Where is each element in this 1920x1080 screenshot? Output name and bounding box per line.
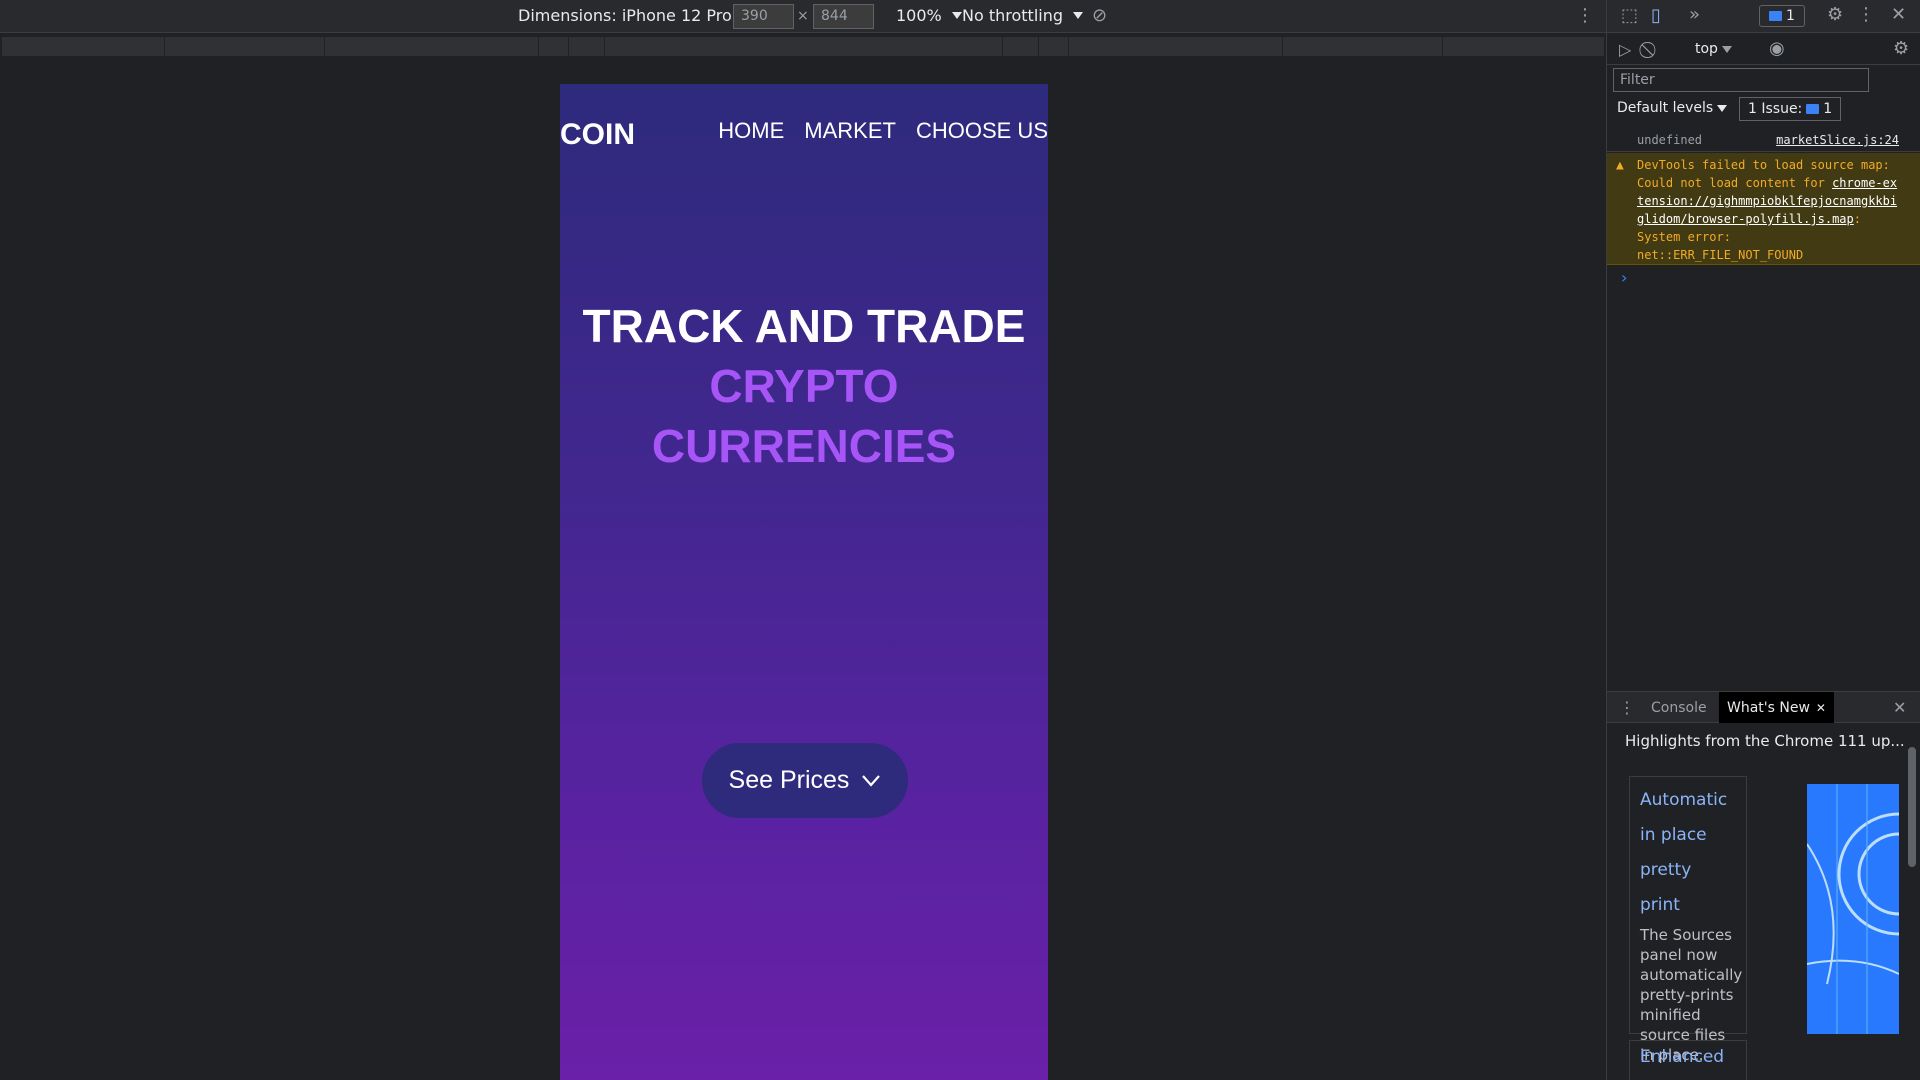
- feature-illustration: [1807, 784, 1899, 1034]
- rotate-icon[interactable]: ⊘: [1092, 7, 1107, 25]
- see-prices-button[interactable]: See Prices: [702, 743, 908, 818]
- tab-whats-new[interactable]: What's New ✕: [1719, 692, 1834, 723]
- hero-subtitle: CRYPTO CURRENCIES: [651, 360, 957, 472]
- log-value: undefined: [1637, 133, 1703, 147]
- throttling-select[interactable]: No throttling: [962, 6, 1084, 25]
- see-prices-label: See Prices: [728, 766, 850, 794]
- inspect-element-icon[interactable]: ⬚: [1621, 7, 1638, 25]
- nav-links: HOME MARKET CHOOSE US: [718, 118, 1048, 144]
- hero-title: TRACK AND TRADE: [582, 300, 1026, 352]
- drawer-menu-icon[interactable]: ⋮: [1619, 699, 1635, 717]
- device-toolbar: Dimensions: iPhone 12 Pro 390 × 844 100%…: [0, 0, 1606, 33]
- zoom-select[interactable]: 100%: [896, 6, 962, 25]
- dimensions-select[interactable]: Dimensions: iPhone 12 Pro: [518, 6, 752, 25]
- console-filter-input[interactable]: Filter: [1613, 68, 1869, 92]
- drawer-scrollbar[interactable]: [1905, 727, 1919, 1080]
- devtools-toolbar: ⬚ ▯ » 1 ⚙ ⋮ ✕: [1607, 0, 1920, 33]
- feature-illustration-graphic: [1807, 784, 1899, 1034]
- nav-choose-us[interactable]: CHOOSE US: [916, 118, 1048, 144]
- feature-card[interactable]: Automatic in place pretty print The Sour…: [1629, 776, 1747, 1064]
- close-tab-icon[interactable]: ✕: [1816, 701, 1826, 715]
- chevron-down-icon: [1717, 104, 1728, 112]
- device-viewport: Dimensions: iPhone 12 Pro 390 × 844 100%…: [0, 0, 1606, 1080]
- ruler-segment[interactable]: [1038, 37, 1039, 56]
- more-options-icon[interactable]: ⋮: [1576, 7, 1594, 25]
- drawer-tabbar: ⋮ Console What's New ✕ ✕: [1607, 691, 1920, 723]
- more-options-icon[interactable]: ⋮: [1857, 6, 1875, 24]
- console-settings-icon[interactable]: ⚙: [1893, 40, 1909, 58]
- scrollbar-thumb[interactable]: [1908, 747, 1916, 867]
- height-input[interactable]: 844: [813, 4, 874, 29]
- throttling-label: No throttling: [962, 6, 1064, 25]
- media-query-ruler[interactable]: [2, 37, 1604, 56]
- ruler-segment[interactable]: [568, 37, 569, 56]
- ruler-segment[interactable]: [1282, 37, 1283, 56]
- warning-icon: ▲: [1616, 158, 1624, 173]
- eye-icon[interactable]: ◉: [1769, 40, 1785, 58]
- console-toolbar: ▷ ⃠ top ◉ ⚙: [1607, 35, 1920, 65]
- tab-console[interactable]: Console: [1651, 692, 1707, 723]
- ruler-segment[interactable]: [538, 37, 539, 56]
- chevron-down-icon: [862, 774, 881, 787]
- settings-icon[interactable]: ⚙: [1827, 6, 1843, 24]
- devtools-panel: ⬚ ▯ » 1 ⚙ ⋮ ✕ ▷ ⃠ top ◉ ⚙ Filter Default…: [1606, 0, 1920, 1080]
- ruler-segment[interactable]: [164, 37, 165, 56]
- console-log-row: undefined marketSlice.js:24: [1607, 128, 1920, 152]
- times-sign: ×: [797, 8, 809, 24]
- sidebar-toggle-icon[interactable]: ▷: [1619, 41, 1631, 59]
- issue-count-button[interactable]: 1 Issue: 1: [1739, 97, 1842, 121]
- tab-whats-new-label: What's New: [1727, 699, 1810, 716]
- feature-title-line: in place: [1640, 825, 1707, 845]
- width-input[interactable]: 390: [733, 4, 794, 29]
- nav-market[interactable]: MARKET: [804, 118, 896, 144]
- log-levels-label: Default levels: [1617, 100, 1714, 116]
- ruler-segment[interactable]: [1442, 37, 1443, 56]
- whats-new-heading: Highlights from the Chrome 111 up...: [1625, 732, 1905, 750]
- issue-count-label: 1 Issue:: [1748, 101, 1803, 117]
- app-navbar: COIN HOME MARKET CHOOSE US: [560, 118, 1048, 158]
- ruler-segment[interactable]: [1068, 37, 1069, 56]
- console-warning-row: ▲ DevTools failed to load source map: Co…: [1607, 153, 1920, 265]
- logo[interactable]: COIN: [560, 118, 635, 152]
- message-icon: [1769, 11, 1783, 21]
- zoom-label: 100%: [896, 6, 942, 25]
- device-toggle-icon[interactable]: ▯: [1651, 7, 1661, 25]
- context-select[interactable]: top: [1695, 41, 1732, 57]
- dimensions-label: Dimensions: iPhone 12 Pro: [518, 6, 732, 25]
- issues-badge-count: 1: [1786, 8, 1795, 24]
- context-label: top: [1695, 41, 1718, 57]
- ruler-segment[interactable]: [604, 37, 605, 56]
- log-levels-select[interactable]: Default levels: [1617, 100, 1728, 116]
- ruler-segment[interactable]: [1002, 37, 1003, 56]
- log-source-link[interactable]: marketSlice.js:24: [1776, 133, 1899, 147]
- feature-title: Enhanced: [1640, 1047, 1725, 1067]
- feature-card[interactable]: Enhanced: [1629, 1040, 1747, 1080]
- feature-title-line: Automatic: [1640, 790, 1728, 810]
- chevron-down-icon: [951, 12, 962, 19]
- nav-home[interactable]: HOME: [718, 118, 784, 144]
- chevron-down-icon: [1721, 46, 1732, 53]
- issue-count-value: 1: [1823, 101, 1833, 117]
- device-screen: COIN HOME MARKET CHOOSE US TRACK AND TRA…: [560, 84, 1048, 1080]
- message-icon: [1806, 104, 1820, 114]
- issues-badge[interactable]: 1: [1759, 5, 1805, 27]
- close-icon[interactable]: ✕: [1891, 6, 1906, 24]
- ruler-segment[interactable]: [324, 37, 325, 56]
- feature-title-line: pretty print: [1640, 860, 1692, 915]
- more-tabs-icon[interactable]: »: [1689, 6, 1700, 24]
- console-prompt-icon[interactable]: ›: [1621, 268, 1627, 287]
- close-drawer-icon[interactable]: ✕: [1893, 699, 1906, 717]
- chevron-down-icon: [1073, 12, 1084, 19]
